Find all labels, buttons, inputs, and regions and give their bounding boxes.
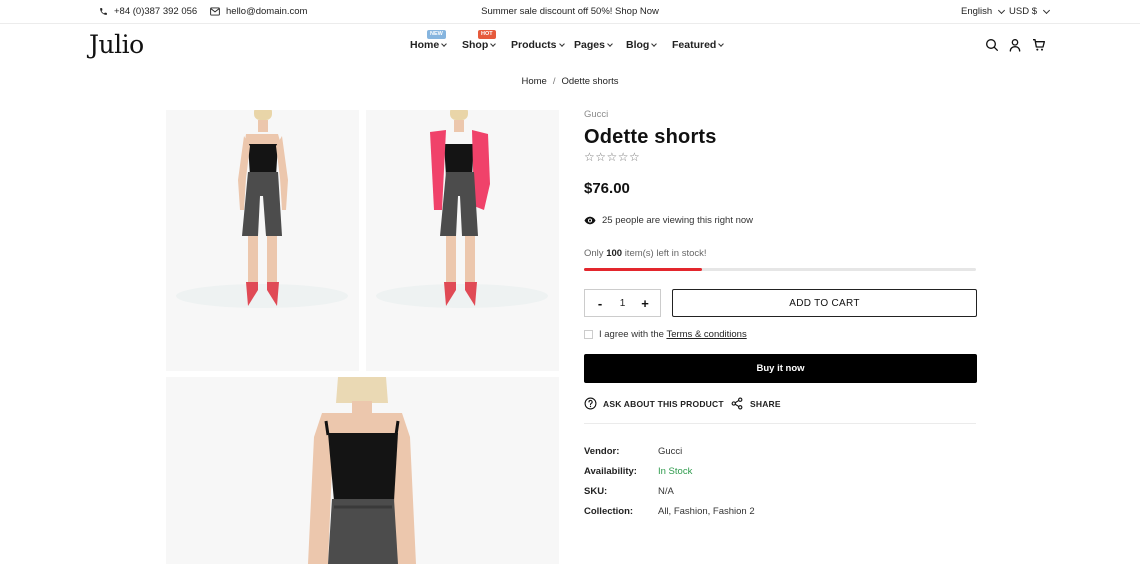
meta-key: Collection:	[584, 506, 634, 517]
meta-value: In Stock	[658, 466, 693, 477]
question-circle-icon	[584, 397, 597, 410]
eye-icon	[584, 216, 596, 225]
chevron-down-icon	[490, 40, 497, 47]
agree-text: I agree with the	[599, 329, 664, 340]
chevron-down-icon	[998, 6, 1006, 14]
viewing-text: people are viewing this right now	[615, 215, 754, 226]
nav-label: Featured	[672, 39, 717, 51]
ask-label: ASK ABOUT THIS PRODUCT	[603, 398, 724, 409]
model-back-illustration	[308, 377, 416, 564]
stock-suffix: item(s) left in stock!	[624, 248, 707, 259]
qty-increase-button[interactable]: +	[640, 296, 650, 311]
stock-notice: Only 100 item(s) left in stock!	[584, 248, 707, 259]
terms-link[interactable]: Terms & conditions	[666, 329, 746, 340]
quantity-stepper: - +	[584, 289, 661, 317]
qty-input[interactable]	[612, 297, 633, 309]
nav-item-products[interactable]: Products	[511, 39, 565, 51]
site-header: Julio Home NEW Shop HOT Products Pages B…	[0, 24, 1140, 66]
nav-item-blog[interactable]: Blog	[626, 39, 658, 51]
terms-agreement: I agree with the Terms & conditions	[584, 329, 747, 340]
meta-collection: Collection: All, Fashion, Fashion 2	[584, 506, 755, 517]
meta-key: SKU:	[584, 486, 608, 497]
meta-key: Availability:	[584, 466, 637, 477]
currency-selector[interactable]: USD $	[1009, 6, 1051, 17]
search-icon[interactable]	[984, 37, 1000, 53]
product-image-back[interactable]	[166, 377, 559, 564]
model-side-illustration	[376, 110, 548, 308]
language-label: English	[961, 6, 993, 17]
product-image-side[interactable]	[366, 110, 559, 371]
chevron-down-icon	[441, 40, 448, 47]
cart-icon[interactable]	[1031, 37, 1047, 53]
nav-item-pages[interactable]: Pages	[574, 39, 613, 51]
meta-vendor: Vendor: Gucci	[584, 446, 682, 457]
buy-now-button[interactable]: Buy it now	[584, 354, 977, 383]
nav-label: Home	[410, 39, 440, 51]
terms-checkbox[interactable]	[584, 330, 593, 339]
currency-label: USD $	[1009, 6, 1037, 17]
breadcrumb: Home / Odette shorts	[0, 76, 1140, 87]
chevron-down-icon	[558, 40, 565, 47]
product-image-front[interactable]	[166, 110, 359, 371]
promo-link[interactable]: Summer sale discount off 50%! Shop Now	[481, 6, 659, 17]
nav-label: Shop	[462, 39, 489, 51]
account-icon[interactable]	[1007, 37, 1023, 53]
product-title: Odette shorts	[584, 126, 717, 148]
meta-sku: SKU: N/A	[584, 486, 674, 497]
nav-label: Pages	[574, 39, 605, 51]
nav-label: Products	[511, 39, 557, 51]
email-contact[interactable]: hello@domain.com	[210, 6, 307, 17]
divider	[584, 423, 976, 424]
mail-icon	[210, 7, 220, 16]
stock-progress-bar	[584, 268, 976, 271]
nav-item-shop[interactable]: Shop HOT	[462, 30, 497, 51]
phone-icon	[100, 8, 107, 15]
chevron-down-icon	[651, 40, 658, 47]
language-selector[interactable]: English	[961, 6, 1006, 17]
phone-contact[interactable]: +84 (0)387 392 056	[99, 6, 197, 17]
share-icon	[731, 397, 743, 410]
meta-value: N/A	[658, 486, 674, 497]
product-vendor[interactable]: Gucci	[584, 109, 608, 120]
stock-count: 100	[606, 248, 623, 259]
breadcrumb-home[interactable]: Home	[521, 76, 546, 87]
rating-stars[interactable]: ☆☆☆☆☆	[584, 150, 640, 164]
chevron-down-icon	[607, 40, 613, 47]
share-product[interactable]: SHARE	[730, 397, 781, 410]
nav-item-featured[interactable]: Featured	[672, 39, 725, 51]
viewing-count: 25	[602, 215, 613, 226]
top-bar: +84 (0)387 392 056 hello@domain.com Summ…	[0, 0, 1140, 24]
main-nav: Home NEW Shop HOT Products Pages Blog Fe…	[0, 30, 1140, 53]
meta-key: Vendor:	[584, 446, 620, 457]
meta-value[interactable]: All, Fashion, Fashion 2	[658, 506, 755, 517]
breadcrumb-separator: /	[552, 76, 556, 87]
nav-label: Blog	[626, 39, 650, 51]
phone-number: +84 (0)387 392 056	[114, 6, 198, 17]
breadcrumb-current: Odette shorts	[561, 76, 619, 87]
meta-availability: Availability: In Stock	[584, 466, 692, 477]
email-address: hello@domain.com	[226, 6, 308, 17]
hot-badge: HOT	[478, 30, 496, 39]
chevron-down-icon	[1042, 6, 1051, 14]
new-badge: NEW	[427, 30, 446, 39]
meta-value[interactable]: Gucci	[658, 446, 682, 457]
stock-prefix: Only	[584, 248, 604, 259]
chevron-down-icon	[718, 40, 725, 47]
nav-item-home[interactable]: Home NEW	[410, 30, 448, 51]
stock-progress-fill	[584, 268, 702, 271]
ask-about-product[interactable]: ASK ABOUT THIS PRODUCT	[584, 397, 724, 410]
add-to-cart-button[interactable]: ADD TO CART	[672, 289, 977, 317]
product-price: $76.00	[584, 180, 630, 197]
qty-decrease-button[interactable]: -	[595, 296, 605, 311]
model-front-illustration	[176, 110, 348, 308]
share-label: SHARE	[750, 398, 781, 409]
viewing-notice: 25 people are viewing this right now	[584, 215, 753, 226]
